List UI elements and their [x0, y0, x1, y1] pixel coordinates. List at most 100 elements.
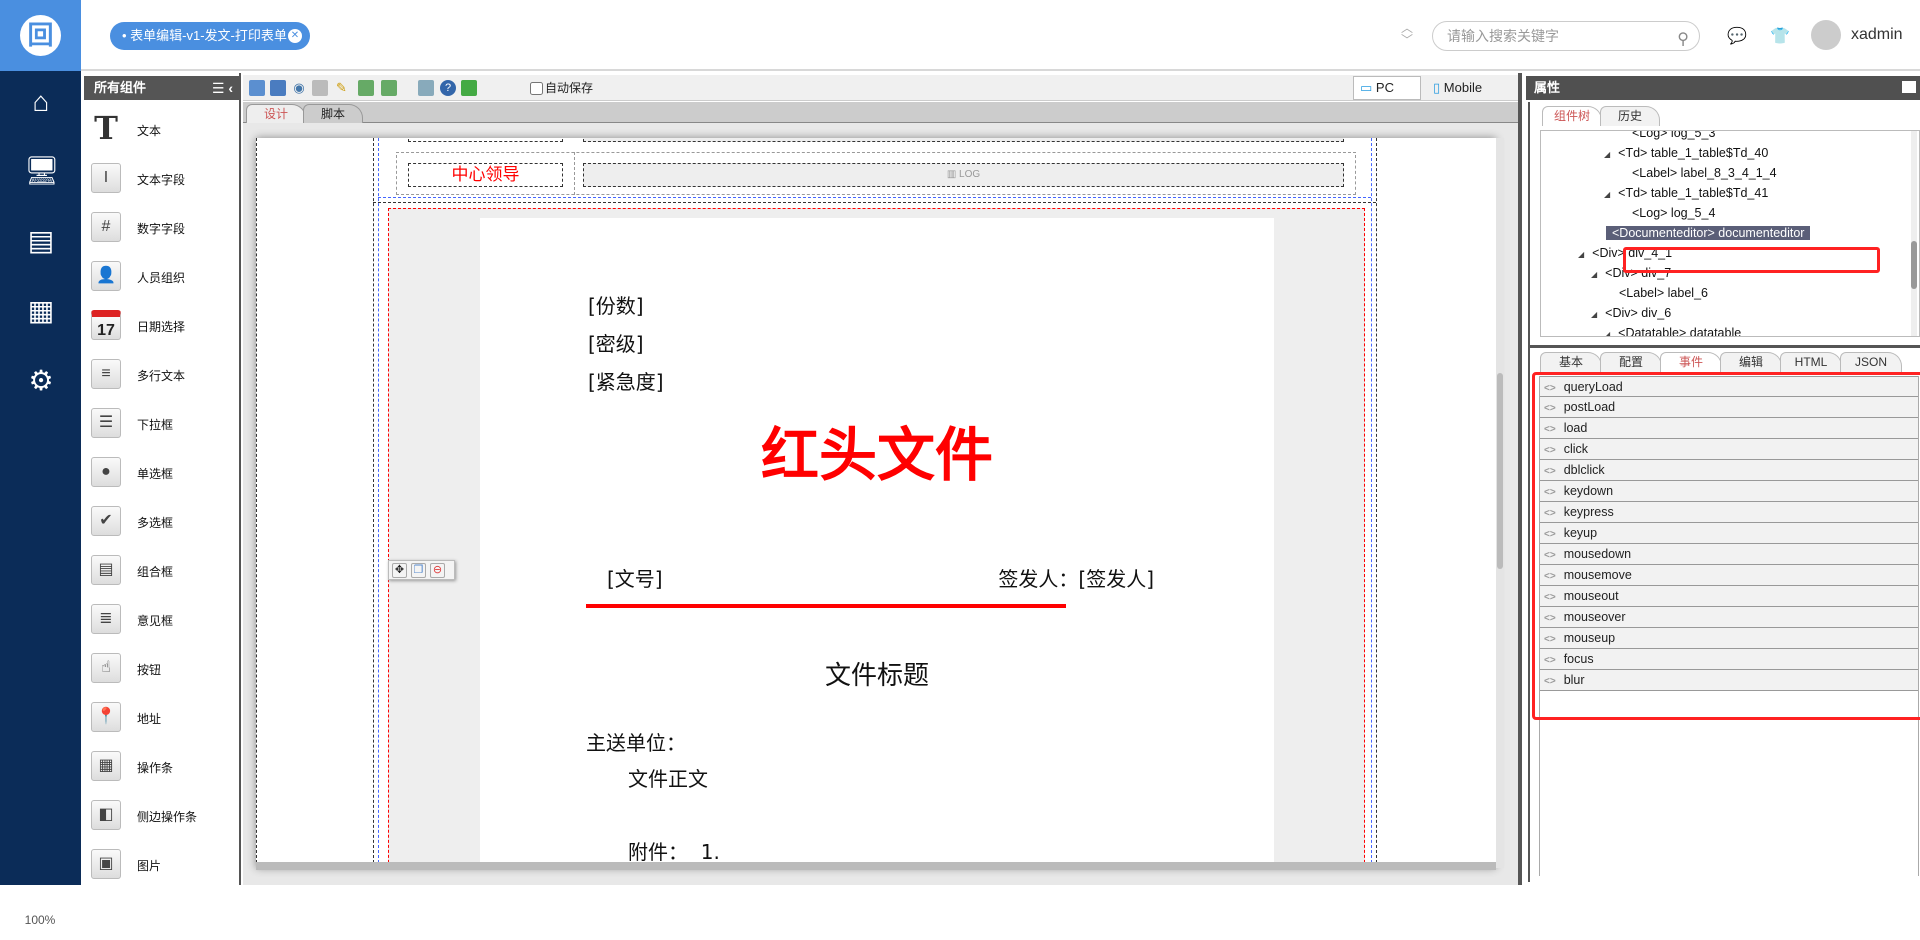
property-tab[interactable]: 配置	[1600, 352, 1662, 372]
collapse-toggle[interactable]: ︿ ﹀	[1400, 22, 1414, 46]
close-tab-icon[interactable]: ✕	[288, 29, 302, 43]
wand-icon[interactable]: ✎	[336, 80, 352, 96]
component-label: 图片	[137, 859, 162, 873]
list-icon[interactable]	[418, 80, 434, 96]
help-icon[interactable]: ?	[440, 80, 456, 96]
user-settings-icon[interactable]: ⚙	[24, 364, 58, 398]
tree-scrollbar[interactable]	[1911, 131, 1917, 336]
canvas-horizontal-scrollbar[interactable]	[256, 862, 1496, 870]
move-icon[interactable]: ✥	[392, 563, 407, 578]
event-list-highlight	[1532, 372, 1920, 720]
component-item[interactable]: ≡ 多行文本	[89, 355, 239, 395]
app-logo[interactable]: 回	[0, 0, 81, 71]
autosave-checkbox[interactable]: 自动保存	[530, 80, 593, 96]
component-item[interactable]: 📍 地址	[89, 698, 239, 738]
export-icon[interactable]	[381, 80, 397, 96]
component-icon: ≡	[91, 359, 121, 389]
monitor-user-icon[interactable]: 🖥	[24, 154, 60, 188]
component-item[interactable]: # 数字字段	[89, 208, 239, 248]
calendar-icon[interactable]: ▦	[24, 294, 58, 328]
copy-icon[interactable]: ❐	[411, 563, 426, 578]
tree-node[interactable]: ◢ <Td> table_1_table$Td_41	[1604, 183, 1768, 203]
tab-design[interactable]: 设计	[246, 104, 306, 123]
save-icon[interactable]	[249, 80, 265, 96]
lead-label[interactable]: 中心领导	[408, 163, 563, 187]
recipient-label: 主送单位：	[586, 731, 686, 755]
delete-icon[interactable]: ⊖	[430, 563, 445, 578]
editor-toolbar: ◉ ✎ ? 自动保存 ▭ PC ▯ Mobile	[243, 75, 1518, 101]
maximize-icon[interactable]	[1902, 81, 1916, 93]
tree-node[interactable]: <Log> log_5_4	[1632, 203, 1715, 223]
expand-triangle-icon[interactable]: ◢	[1604, 150, 1610, 159]
search-icon[interactable]: ⚲	[1677, 26, 1689, 54]
mobile-view-button[interactable]: ▯ Mobile	[1433, 76, 1482, 100]
open-page-tab[interactable]: • 表单编辑-v1-发文-打印表单 ✕	[110, 22, 310, 50]
tree-node[interactable]: <Label> label_8_3_4_1_4	[1632, 163, 1777, 183]
canvas-scroll-thumb[interactable]	[1497, 373, 1503, 569]
property-tab[interactable]: 事件	[1660, 352, 1722, 372]
layers-icon[interactable]	[461, 80, 477, 96]
component-item[interactable]: ◧ 侧边操作条	[89, 796, 239, 836]
expand-triangle-icon[interactable]: ◢	[1578, 250, 1584, 259]
log-label: LOG	[959, 169, 981, 180]
property-tab[interactable]: HTML	[1780, 352, 1842, 372]
red-divider	[586, 604, 1066, 608]
body-text: 文件正文	[628, 767, 708, 791]
menu-collapse-icon[interactable]: ☰ ‹	[212, 76, 233, 100]
avatar[interactable]	[1811, 20, 1841, 50]
pc-view-button[interactable]: ▭ PC	[1353, 76, 1421, 100]
tree-scroll-thumb[interactable]	[1911, 241, 1917, 289]
pc-label: PC	[1375, 80, 1394, 95]
expand-triangle-icon[interactable]: ◢	[1591, 310, 1597, 319]
expand-triangle-icon[interactable]: ◢	[1591, 270, 1597, 279]
component-icon: ✔	[91, 506, 121, 536]
print-icon[interactable]	[312, 80, 328, 96]
component-item[interactable]: ● 单选框	[89, 453, 239, 493]
tree-node[interactable]: ◢ <Td> table_1_table$Td_40	[1604, 143, 1768, 163]
tree-node-selected[interactable]: <Documenteditor> documenteditor	[1606, 223, 1811, 243]
component-item[interactable]: ☰ 下拉框	[89, 404, 239, 444]
document-title: 文件标题	[824, 661, 929, 691]
tab-component-tree[interactable]: 组件树	[1542, 106, 1602, 126]
expand-triangle-icon[interactable]: ◢	[1604, 330, 1610, 336]
preview-eye-icon[interactable]: ◉	[291, 80, 307, 96]
tree-node[interactable]: ◢ <Datatable> datatable	[1604, 323, 1741, 336]
component-item[interactable]: ☝ 按钮	[89, 649, 239, 689]
property-tab[interactable]: 基本	[1540, 352, 1602, 372]
document-page: [份数] [密级] [紧急度] 红头文件 [文号] 签发人：[签发人] 文件标题…	[480, 218, 1274, 868]
component-item[interactable]: T 文本	[89, 110, 239, 150]
component-item[interactable]: ▣ 图片	[89, 845, 239, 885]
component-item[interactable]: ▦ 操作条	[89, 747, 239, 787]
expand-triangle-icon[interactable]: ◢	[1604, 190, 1610, 199]
autosave-check[interactable]	[530, 82, 543, 96]
mobile-label: Mobile	[1443, 80, 1483, 95]
username[interactable]: xadmin	[1851, 26, 1903, 44]
component-item[interactable]: ≣ 意见框	[89, 600, 239, 640]
tree-node[interactable]: <Log> log_5_3	[1632, 131, 1715, 143]
document-editor[interactable]: [份数] [密级] [紧急度] 红头文件 [文号] 签发人：[签发人] 文件标题…	[388, 208, 1365, 868]
tree-node[interactable]: <Label> label_6	[1619, 283, 1708, 303]
property-tab[interactable]: JSON	[1840, 352, 1902, 372]
log-component[interactable]: ▥ LOG	[583, 163, 1344, 187]
component-icon: 17	[91, 310, 121, 340]
theme-shirt-icon[interactable]: 👕	[1770, 26, 1790, 46]
component-item[interactable]: 17 日期选择	[89, 306, 239, 346]
message-icon[interactable]: 💬	[1727, 26, 1747, 46]
properties-panel: 属性 组件树 历史 <Log> log_5_3 ◢ <Td> table_1_tab…	[1518, 73, 1920, 885]
home-icon[interactable]: ⌂	[24, 85, 58, 119]
component-label: 多选框	[137, 516, 174, 530]
news-icon[interactable]: ▤	[24, 224, 58, 258]
tree-node[interactable]: ◢ <Div> div_6	[1591, 303, 1671, 323]
search-input[interactable]: 请输入搜索关键字 ⚲	[1432, 21, 1700, 51]
zoom-level[interactable]: 100%	[20, 900, 60, 940]
tab-history[interactable]: 历史	[1600, 106, 1660, 126]
component-item[interactable]: ▤ 组合框	[89, 551, 239, 591]
import-icon[interactable]	[358, 80, 374, 96]
component-item[interactable]: ✔ 多选框	[89, 502, 239, 542]
property-tab[interactable]: 编辑	[1720, 352, 1782, 372]
component-item[interactable]: I 文本字段	[89, 159, 239, 199]
logo-icon: 回	[20, 15, 61, 56]
tab-script[interactable]: 脚本	[303, 104, 363, 123]
save-as-icon[interactable]	[270, 80, 286, 96]
component-item[interactable]: 👤 人员组织	[89, 257, 239, 297]
